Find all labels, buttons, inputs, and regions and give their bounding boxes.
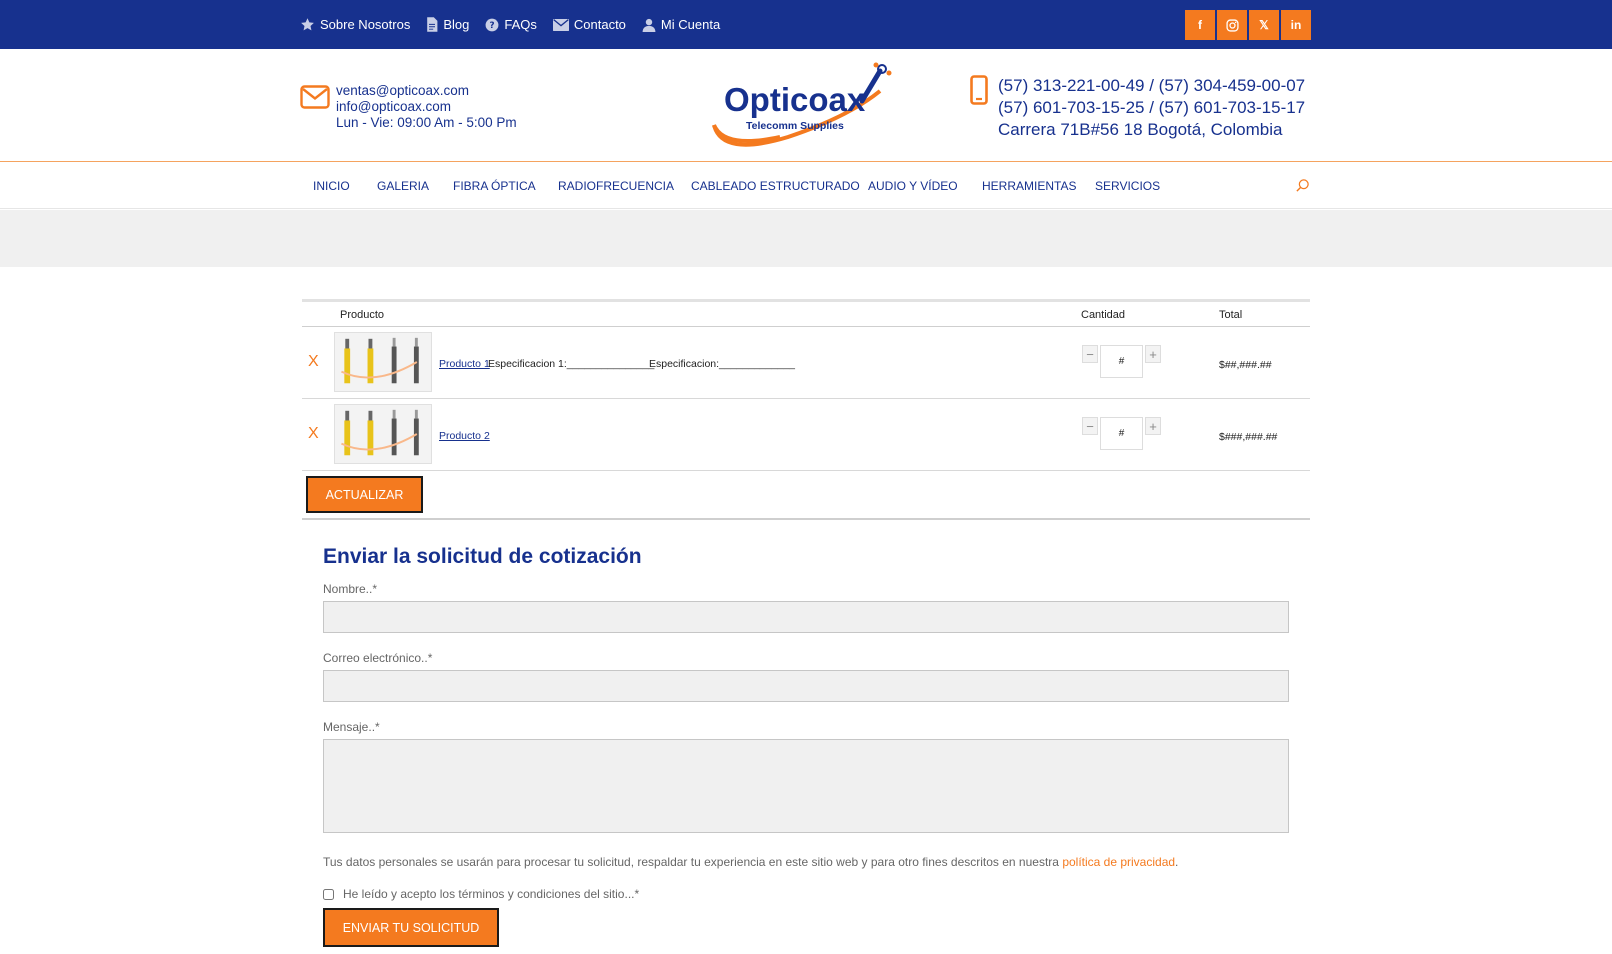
header-total: Total [1219,309,1243,321]
increase-button[interactable]: + [1145,345,1161,363]
document-icon [427,17,438,32]
email-ventas[interactable]: ventas@opticoax.com [336,83,517,99]
email-info[interactable]: info@opticoax.com [336,99,517,115]
star-icon [301,18,314,31]
logo-subtext: Telecomm Supplies [746,120,844,132]
header-product: Producto [340,309,385,321]
address: Carrera 71B#56 18 Bogotá, Colombia [998,120,1283,139]
header-quantity: Cantidad [1081,309,1126,321]
top-link-blog[interactable]: Blog [426,17,469,32]
message-field[interactable] [323,739,1289,833]
product-spec-1: Especificacion 1:_______________ [488,358,655,370]
terms-row: He leído y acepto los términos y condici… [323,887,1289,901]
x-twitter-button[interactable]: 𝕏 [1249,10,1279,40]
quantity-stepper: − + [1082,417,1161,450]
logo-text: Opticoax [724,81,866,118]
phone-line-1[interactable]: (57) 313-221-00-49 / (57) 304-459-00-07 [998,75,1305,97]
top-link-label: Mi Cuenta [660,17,721,32]
top-link-label: Contacto [573,17,626,32]
nav-item-audio-video[interactable]: AUDIO Y VÍDEO [868,179,958,193]
line-total: $##,###.## [1219,359,1272,371]
name-field[interactable] [323,601,1289,633]
linkedin-icon: in [1290,18,1302,32]
email-label: Correo electrónico..* [323,651,433,665]
table-row: X Producto 2 − + $###,###.## [302,399,1310,471]
quantity-input[interactable] [1100,345,1143,378]
update-cart-button[interactable]: ACTUALIZAR [306,476,423,513]
privacy-notice: Tus datos personales se usarán para proc… [323,855,1289,869]
instagram-icon [1225,18,1239,32]
instagram-button[interactable] [1217,10,1247,40]
top-link-label: Blog [443,17,470,32]
top-link-faqs[interactable]: ? FAQs [485,17,537,32]
top-link-about[interactable]: Sobre Nosotros [300,17,410,32]
increase-button[interactable]: + [1145,417,1161,435]
product-name-link[interactable]: Producto 2 [439,430,490,442]
facebook-button[interactable]: f [1185,10,1215,40]
quantity-stepper: − + [1082,345,1161,378]
nav-item-servicios[interactable]: SERVICIOS [1095,179,1160,193]
product-name-link[interactable]: Producto 1 [439,358,490,370]
line-total: $###,###.## [1219,431,1278,443]
name-label: Nombre..* [323,582,378,596]
message-label: Mensaje..* [323,720,380,734]
top-link-account[interactable]: Mi Cuenta [642,17,720,32]
submit-quote-button[interactable]: ENVIAR TU SOLICITUD [323,908,499,947]
envelope-icon [552,18,569,31]
remove-item-button[interactable]: X [308,425,319,443]
product-thumbnail[interactable] [334,332,432,392]
nav-item-herramientas[interactable]: HERRAMIENTAS [982,179,1076,193]
main-nav: INICIO GALERIA FIBRA ÓPTICA RADIOFRECUEN… [0,163,1612,209]
quote-request-form: Enviar la solicitud de cotización Nombre… [323,545,1289,947]
phone-icon [970,75,988,105]
email-field[interactable] [323,670,1289,702]
page-title-band [0,210,1612,267]
question-icon: ? [485,18,499,31]
top-link-label: FAQs [504,17,537,32]
privacy-policy-link[interactable]: política de privacidad [1062,855,1175,869]
privacy-text: Tus datos personales se usarán para proc… [323,855,1059,869]
svg-text:?: ? [490,20,495,30]
user-icon [642,18,656,32]
product-thumbnail[interactable] [334,404,432,464]
search-icon[interactable] [1295,178,1310,193]
quantity-input[interactable] [1100,417,1143,450]
top-nav: Sobre Nosotros Blog ? FAQs Contacto Mi C… [300,0,736,49]
social-links: f 𝕏 in [1185,10,1311,40]
business-hours: Lun - Vie: 09:00 Am - 5:00 Pm [336,115,517,130]
top-bar: Sobre Nosotros Blog ? FAQs Contacto Mi C… [0,0,1612,49]
nav-item-inicio[interactable]: INICIO [313,179,350,193]
terms-label: He leído y acepto los términos y condici… [343,887,640,901]
decrease-button[interactable]: − [1082,345,1098,363]
site-header: ventas@opticoax.com info@opticoax.com Lu… [0,49,1612,162]
product-spec-2: Especificacion:_____________ [649,358,795,370]
envelope-icon [300,85,330,109]
nav-item-cableado[interactable]: CABLEADO ESTRUCTURADO [691,179,860,193]
x-twitter-icon: 𝕏 [1259,18,1269,32]
top-link-label: Sobre Nosotros [320,17,411,32]
remove-item-button[interactable]: X [308,353,319,371]
privacy-end: . [1175,855,1179,869]
decrease-button[interactable]: − [1082,417,1098,435]
top-link-contact[interactable]: Contacto [552,17,626,32]
facebook-icon: f [1198,18,1202,32]
linkedin-button[interactable]: in [1281,10,1311,40]
quote-cart-table: Producto Cantidad Total X Producto 1 Esp… [302,299,1310,520]
cart-header-row: Producto Cantidad Total [302,299,1310,327]
nav-item-radiofrecuencia[interactable]: RADIOFRECUENCIA [558,179,674,193]
cart-actions: ACTUALIZAR [302,471,1310,520]
terms-checkbox[interactable] [323,888,334,900]
nav-item-galeria[interactable]: GALERIA [377,179,429,193]
phone-line-2[interactable]: (57) 601-703-15-25 / (57) 601-703-15-17 [998,97,1305,119]
form-title: Enviar la solicitud de cotización [323,545,642,568]
phone-contact: (57) 313-221-00-49 / (57) 304-459-00-07 … [970,75,1305,141]
email-contact: ventas@opticoax.com info@opticoax.com Lu… [300,83,517,131]
nav-item-fibra-optica[interactable]: FIBRA ÓPTICA [453,179,536,193]
opticoax-logo[interactable]: Opticoax Telecomm Supplies [710,61,905,149]
table-row: X Producto 1 Especificacion 1:__________… [302,327,1310,399]
